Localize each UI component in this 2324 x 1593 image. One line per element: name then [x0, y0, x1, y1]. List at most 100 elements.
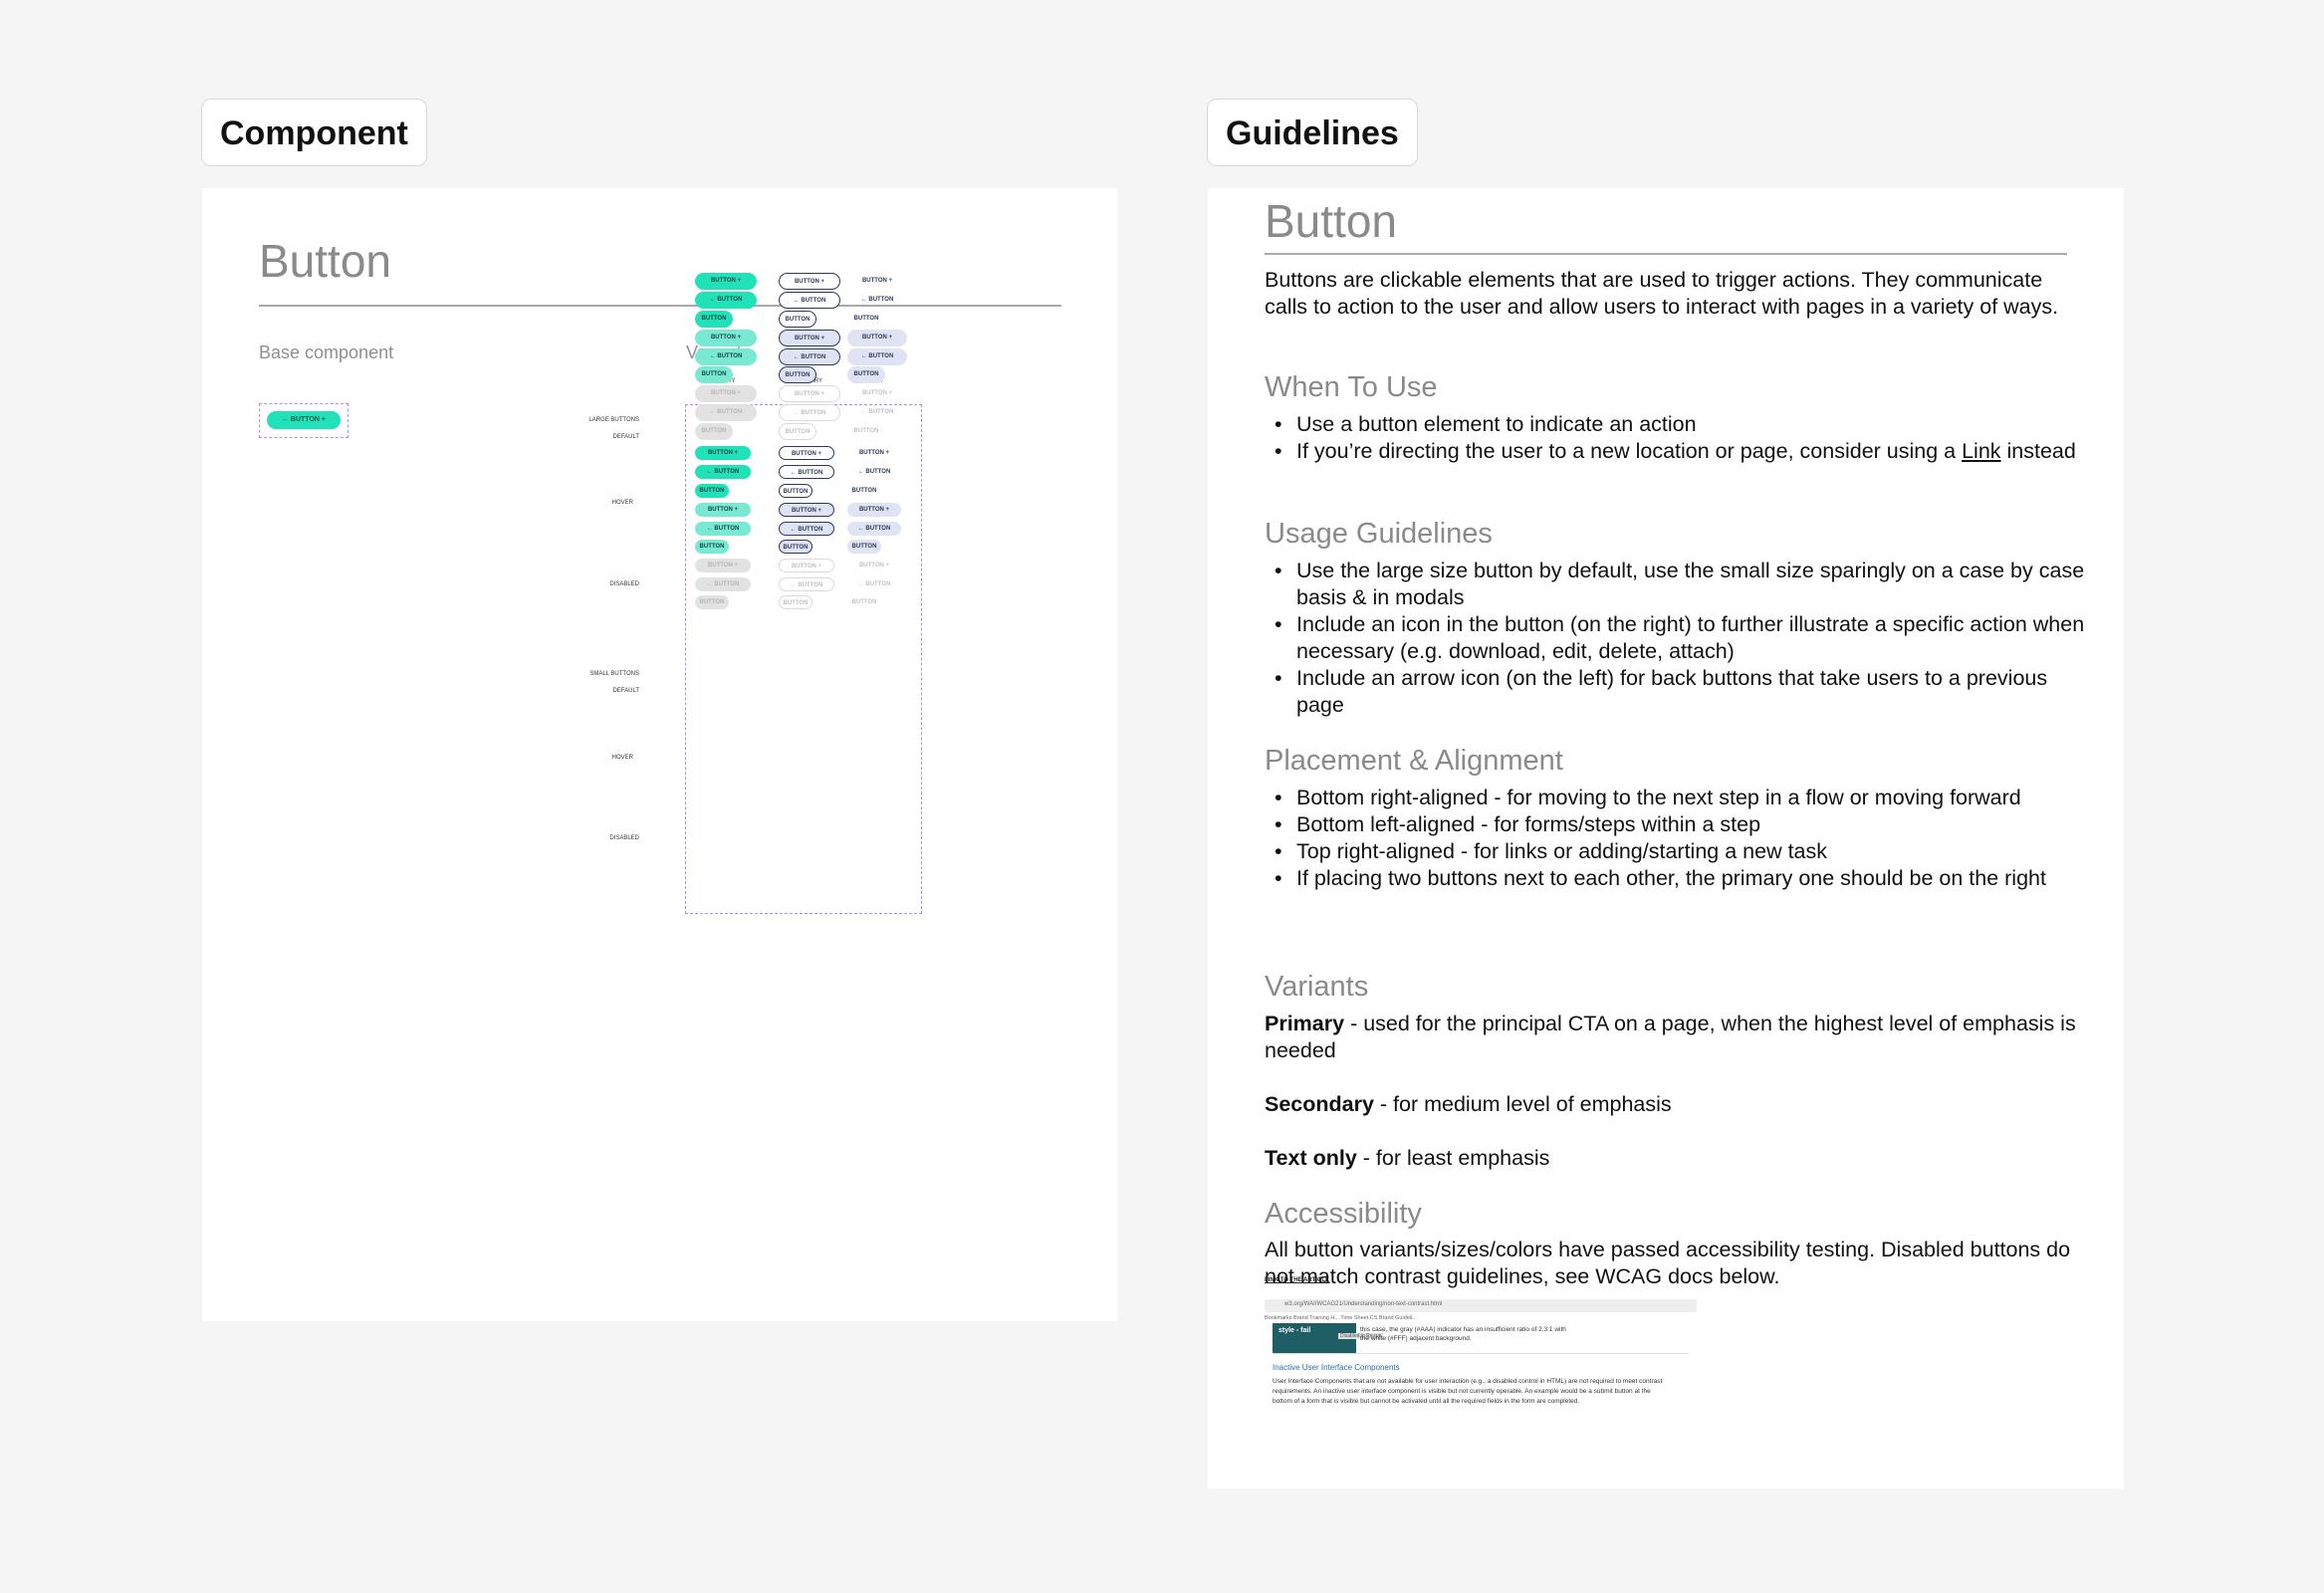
tab-component[interactable]: Component	[201, 99, 427, 166]
primary-large-default-button[interactable]: BUTTON	[695, 311, 733, 328]
label-disabled-small: DISABLED	[609, 835, 639, 841]
secondary-small-hover-button[interactable]: BUTTON	[779, 540, 813, 554]
arrow-left-icon: ←	[281, 416, 289, 423]
link-link[interactable]: Link	[1962, 439, 2000, 463]
when-to-use-heading: When To Use	[1265, 371, 1438, 403]
text-large-disabled-button: BUTTON +	[861, 390, 893, 396]
list-item: If placing two buttons next to each othe…	[1265, 865, 2091, 892]
title-divider	[259, 305, 1061, 307]
component-panel: Button Base component Variants ← BUTTON …	[202, 188, 1117, 1321]
usage-list: Use the large size button by default, us…	[1265, 558, 2091, 719]
primary-large-hover-button[interactable]: ← BUTTON	[695, 348, 757, 365]
primary-large-default-button[interactable]: ← BUTTON	[695, 292, 757, 309]
list-item: Include an icon in the button (on the ri…	[1265, 611, 2091, 665]
bookmarks-bar: Bookmarks Brand Training H... Time Sheet…	[1265, 1315, 1417, 1321]
primary-large-disabled-button: BUTTON	[695, 423, 733, 440]
label-small-buttons: SMALL BUTTONS	[589, 671, 639, 677]
text-large-default-button[interactable]: ← BUTTON	[847, 292, 907, 309]
list-item: Use a button element to indicate an acti…	[1265, 411, 2091, 438]
secondary-large-disabled-button: ← BUTTON	[779, 404, 840, 421]
secondary-large-hover-button[interactable]: BUTTON	[779, 366, 816, 383]
base-component-label: Base component	[259, 342, 394, 362]
secondary-small-hover-button[interactable]: BUTTON +	[779, 503, 834, 517]
text-large-hover-button[interactable]: BUTTON +	[847, 330, 907, 346]
text-small-default-button[interactable]: BUTTON	[847, 484, 881, 498]
primary-description: Primary - used for the principal CTA on …	[1265, 1012, 2076, 1062]
primary-small-hover-button[interactable]: BUTTON	[695, 540, 729, 554]
primary-large-default-button[interactable]: BUTTON +	[695, 273, 757, 290]
guidelines-divider	[1265, 253, 2067, 255]
base-component-frame: ← BUTTON +	[259, 403, 349, 438]
text-small-disabled-button: ← BUTTON	[857, 581, 891, 587]
list-item: Top right-aligned - for links or adding/…	[1265, 838, 2091, 865]
primary-small-default-button[interactable]: BUTTON +	[695, 446, 751, 460]
text-small-hover-button[interactable]: BUTTON +	[847, 503, 901, 517]
secondary-small-hover-button[interactable]: ← BUTTON	[779, 522, 834, 536]
secondary-large-hover-button[interactable]: BUTTON +	[779, 330, 840, 346]
primary-small-hover-button[interactable]: ← BUTTON	[695, 522, 751, 536]
variants-frame	[685, 404, 922, 914]
primary-large-hover-button[interactable]: BUTTON	[695, 366, 733, 383]
text-large-disabled-button: ← BUTTON	[860, 409, 894, 415]
text-small-disabled-button: BUTTON +	[858, 563, 890, 569]
label-default: DEFAULT	[612, 434, 639, 440]
secondary-large-default-button[interactable]: BUTTON +	[779, 273, 840, 290]
list-item: Include an arrow icon (on the left) for …	[1265, 665, 2091, 719]
text-only-description: Text only - for least emphasis	[1265, 1146, 1550, 1170]
secondary-small-disabled-button: ← BUTTON	[779, 577, 834, 591]
secondary-small-disabled-button: BUTTON +	[779, 559, 834, 572]
primary-small-default-button[interactable]: ← BUTTON	[695, 465, 751, 479]
secondary-small-disabled-button: BUTTON	[779, 595, 813, 609]
article-link[interactable]: LINK TO THE ARTICLE	[1265, 1277, 1329, 1283]
base-button[interactable]: ← BUTTON +	[267, 411, 341, 429]
wcag-screenshot[interactable]: LINK TO THE ARTICLE w3.org/WAI/WCAG21/Un…	[1265, 1277, 1697, 1425]
secondary-large-disabled-button: BUTTON	[779, 423, 816, 440]
tab-guidelines[interactable]: Guidelines	[1207, 99, 1418, 166]
secondary-small-default-button[interactable]: ← BUTTON	[779, 465, 834, 479]
browser-url: w3.org/WAI/WCAG21/Understanding/non-text…	[1284, 1301, 1443, 1307]
label-default-small: DEFAULT	[612, 688, 639, 694]
text-large-default-button[interactable]: BUTTON	[847, 311, 885, 328]
placement-list: Bottom right-aligned - for moving to the…	[1265, 785, 2091, 892]
primary-small-disabled-button: ← BUTTON	[695, 577, 751, 591]
primary-large-hover-button[interactable]: BUTTON +	[695, 330, 757, 346]
secondary-large-disabled-button: BUTTON +	[779, 385, 840, 402]
list-item: Bottom right-aligned - for moving to the…	[1265, 785, 2091, 811]
secondary-large-default-button[interactable]: ← BUTTON	[779, 292, 840, 309]
text-large-hover-button[interactable]: ← BUTTON	[847, 348, 907, 365]
primary-large-disabled-button: BUTTON +	[695, 385, 757, 402]
text-small-disabled-button: BUTTON	[851, 599, 877, 605]
label-hover: HOVER	[611, 500, 633, 506]
primary-small-disabled-button: BUTTON	[695, 595, 729, 609]
when-to-use-list: Use a button element to indicate an acti…	[1265, 411, 2091, 465]
text-small-default-button[interactable]: BUTTON +	[847, 446, 901, 460]
list-item: Bottom left-aligned - for forms/steps wi…	[1265, 811, 2091, 838]
text-large-hover-button[interactable]: BUTTON	[847, 366, 885, 383]
usage-guidelines-heading: Usage Guidelines	[1265, 518, 1493, 550]
secondary-small-default-button[interactable]: BUTTON	[779, 484, 813, 498]
inactive-components-heading: Inactive User Interface Components	[1273, 1363, 1400, 1372]
inactive-components-text: User Interface Components that are not a…	[1273, 1378, 1663, 1405]
primary-small-hover-button[interactable]: BUTTON +	[695, 503, 751, 517]
secondary-large-hover-button[interactable]: ← BUTTON	[779, 348, 840, 365]
text-large-default-button[interactable]: BUTTON +	[847, 273, 907, 290]
secondary-large-default-button[interactable]: BUTTON	[779, 311, 816, 328]
label-large-buttons: LARGE BUTTONS	[588, 417, 639, 423]
secondary-small-default-button[interactable]: BUTTON +	[779, 446, 834, 460]
list-item: If you’re directing the user to a new lo…	[1265, 438, 2091, 465]
guidelines-panel: Button Buttons are clickable elements th…	[1208, 188, 2124, 1488]
button-label: BUTTON	[290, 416, 320, 423]
text-small-default-button[interactable]: ← BUTTON	[847, 465, 901, 479]
plus-icon: +	[321, 416, 327, 423]
guidelines-title: Button	[1265, 195, 1397, 247]
cell-text: this case, the gray (#AAA) indicator has…	[1360, 1326, 1566, 1342]
intro-text: Buttons are clickable elements that are …	[1265, 268, 2059, 319]
label-hover-small: HOVER	[611, 755, 633, 761]
accessibility-heading: Accessibility	[1265, 1198, 1422, 1230]
secondary-description: Secondary - for medium level of emphasis	[1265, 1092, 1672, 1116]
primary-small-disabled-button: BUTTON +	[695, 559, 751, 572]
text-small-hover-button[interactable]: BUTTON	[847, 540, 881, 554]
primary-small-default-button[interactable]: BUTTON	[695, 484, 729, 498]
label-disabled: DISABLED	[609, 581, 639, 587]
text-small-hover-button[interactable]: ← BUTTON	[847, 522, 901, 536]
